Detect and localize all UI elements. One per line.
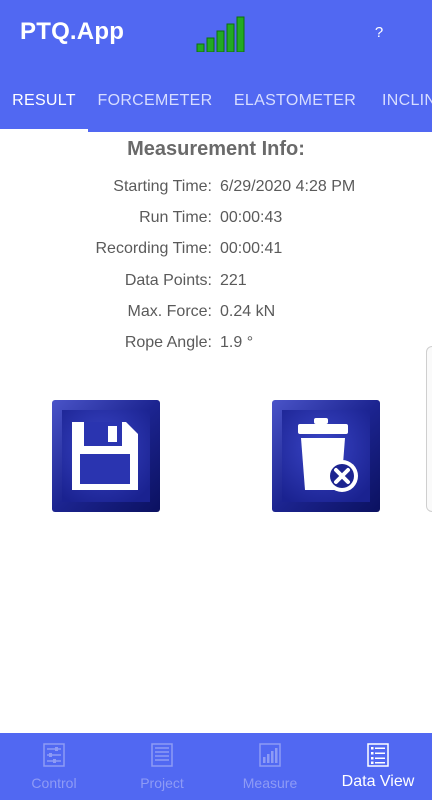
info-label: Run Time: — [139, 209, 212, 226]
nav-label: Data View — [341, 773, 415, 790]
sliders-icon — [43, 743, 65, 767]
info-value: 1.9 ° — [220, 334, 254, 351]
tab-elastometer[interactable]: ELASTOMETER — [222, 86, 368, 132]
tab-inclinometer[interactable]: INCLIN — [368, 86, 432, 132]
nav-data-view[interactable]: Data View — [324, 733, 432, 800]
measurement-info-title: Measurement Info: — [127, 138, 305, 160]
info-value: 00:00:41 — [220, 240, 283, 257]
trash-delete-icon — [272, 400, 380, 512]
signal-strength-icon — [196, 16, 248, 53]
info-value: 0.24 kN — [220, 303, 276, 320]
info-row-max-force: Max. Force: 0.24 kN — [0, 303, 432, 327]
tab-bar: RESULT FORCEMETER ELASTOMETER INCLIN — [0, 86, 432, 132]
bar-chart-icon — [259, 743, 281, 767]
nav-label: Project — [140, 775, 184, 791]
info-value: 00:00:43 — [220, 209, 283, 226]
info-row-run-time: Run Time: 00:00:43 — [0, 209, 432, 233]
info-label: Max. Force: — [127, 303, 212, 320]
nav-label: Measure — [242, 775, 298, 791]
info-label: Data Points: — [124, 272, 212, 289]
save-button[interactable] — [50, 398, 162, 514]
floppy-disk-icon — [52, 400, 160, 512]
tab-result[interactable]: RESULT — [0, 86, 88, 132]
nav-control[interactable]: Control — [0, 733, 108, 800]
help-button[interactable]: ? — [364, 20, 394, 46]
info-value: 6/29/2020 4:28 PM — [220, 178, 356, 195]
app-title: PTQ.App — [20, 18, 125, 45]
nav-project[interactable]: Project — [108, 733, 216, 800]
tab-active-indicator — [0, 129, 88, 132]
info-value: 221 — [220, 272, 247, 289]
document-list-icon — [151, 743, 173, 767]
side-drawer-handle[interactable] — [426, 346, 432, 512]
nav-measure[interactable]: Measure — [216, 733, 324, 800]
info-label: Rope Angle: — [124, 334, 212, 351]
delete-button[interactable] — [270, 398, 382, 514]
list-view-icon — [367, 743, 389, 767]
info-row-starting-time: Starting Time: 6/29/2020 4:28 PM — [0, 178, 432, 202]
info-row-data-points: Data Points: 221 — [0, 272, 432, 296]
nav-label: Control — [31, 775, 77, 791]
app-bar: PTQ.App ? RESULT FORCEMETER ELASTOMETER … — [0, 0, 432, 132]
tab-forcemeter[interactable]: FORCEMETER — [88, 86, 222, 132]
info-row-recording-time: Recording Time: 00:00:41 — [0, 240, 432, 264]
bottom-navigation: Control Project Measure Data View — [0, 733, 432, 800]
info-row-rope-angle: Rope Angle: 1.9 ° — [0, 334, 432, 358]
info-label: Recording Time: — [95, 240, 213, 257]
info-label: Starting Time: — [113, 178, 212, 195]
